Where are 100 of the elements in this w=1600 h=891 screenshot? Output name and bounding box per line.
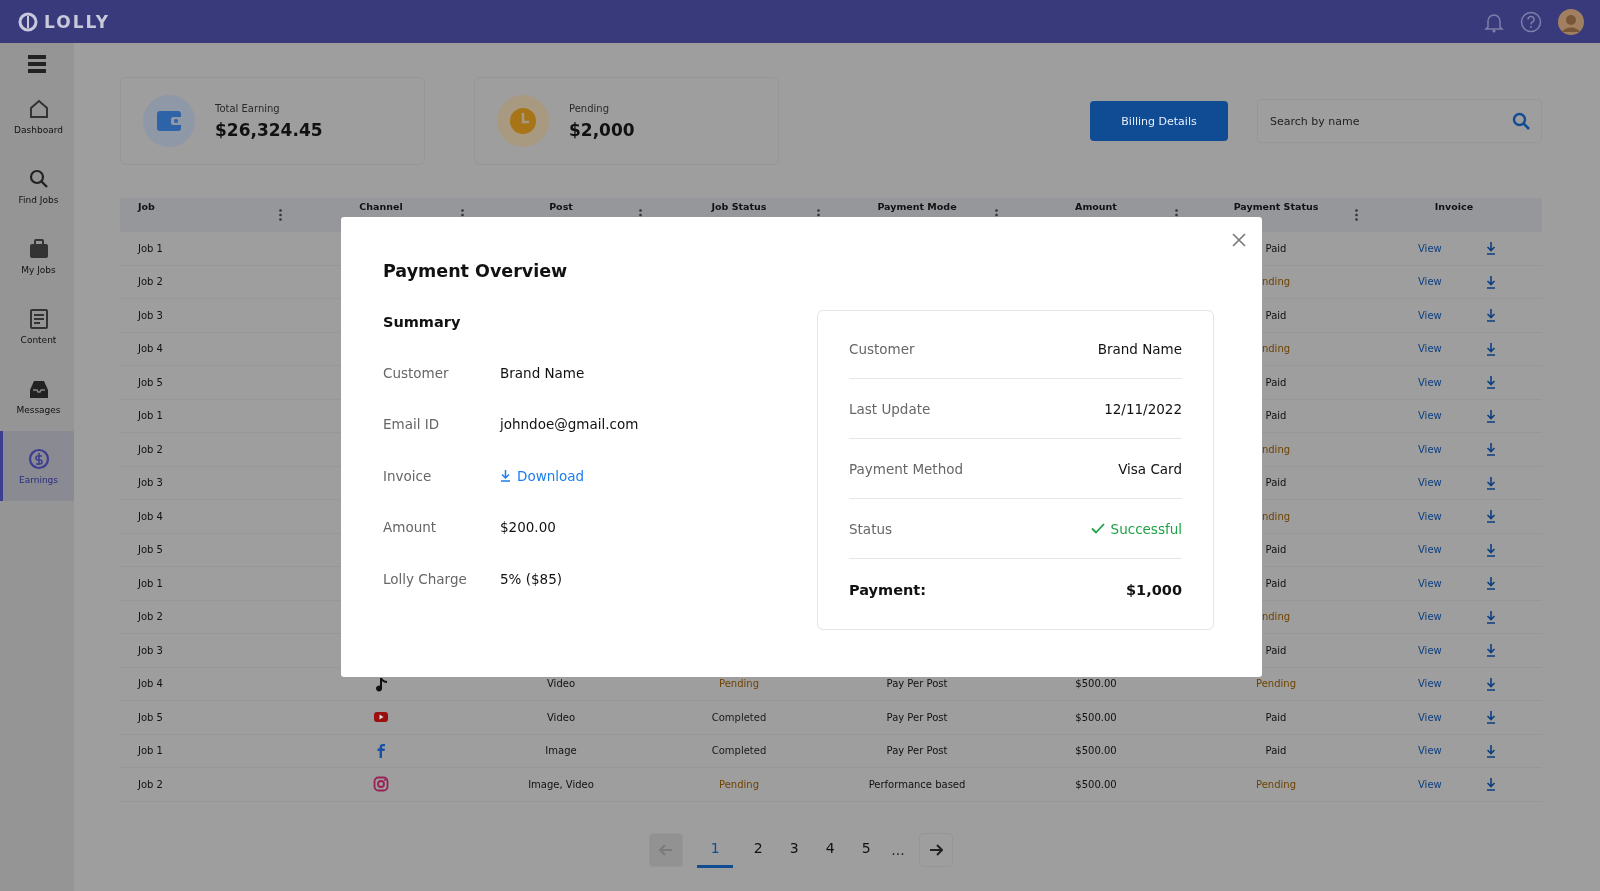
table-cell: Video [547,711,575,723]
page-number[interactable]: 2 [747,831,770,868]
search-icon[interactable] [1512,112,1530,130]
column-header[interactable]: Invoice [1434,201,1474,212]
download-icon[interactable] [1485,509,1496,524]
table-cell: Job 2 [138,611,163,623]
download-icon[interactable] [1485,442,1496,457]
status-text: nding [1261,276,1291,288]
table-cell: Job 5 [138,376,163,388]
sidebar-item[interactable]: Messages [0,361,74,431]
view-link[interactable]: View [1418,745,1442,757]
status-text: Paid [1265,644,1287,656]
download-icon[interactable] [1485,676,1496,691]
field-label: Status [849,520,893,537]
view-link[interactable]: View [1418,510,1442,522]
search-icon [27,167,50,190]
status-text: nding [1261,343,1291,355]
table-cell: Job 5 [138,544,163,556]
page-number[interactable]: 5 [855,831,878,868]
modal-title: Payment Overview [383,260,569,283]
download-link[interactable]: Download [500,467,585,484]
download-icon[interactable] [1485,609,1496,624]
sidebar-item[interactable]: My Jobs [0,221,74,291]
camera-icon [373,776,389,793]
view-link[interactable]: View [1418,309,1442,321]
field-label: Email ID [383,416,441,433]
view-link[interactable]: View [1418,644,1442,656]
close-button[interactable] [1230,231,1248,249]
download-icon[interactable] [1485,710,1496,725]
page-number[interactable]: 4 [819,831,842,868]
coin-icon [27,447,50,470]
status-text: nding [1261,611,1291,623]
download-icon[interactable] [1485,542,1496,557]
sidebar-item[interactable]: Content [0,291,74,361]
status-text: Paid [1265,711,1287,723]
column-header[interactable]: Post [549,201,573,212]
view-link[interactable]: View [1418,242,1442,254]
view-link[interactable]: View [1418,410,1442,422]
close-icon [1232,233,1246,247]
home-icon [27,97,50,120]
sidebar-item[interactable]: Dashboard [0,81,74,151]
view-link[interactable]: View [1418,477,1442,489]
view-link[interactable]: View [1418,678,1442,690]
document-icon [27,307,50,330]
view-link[interactable]: View [1418,443,1442,455]
menu-icon[interactable] [28,55,46,73]
field-value: johndoe@gmail.com [500,416,639,433]
sidebar-item[interactable]: Earnings [0,431,74,501]
status-text: Paid [1265,242,1287,254]
table-cell: Pay Per Post [886,678,948,690]
column-header[interactable]: Job Status [711,201,767,212]
table-cell: Job 3 [138,477,163,489]
download-icon[interactable] [1485,643,1496,658]
field-label: Customer [383,364,450,381]
column-header[interactable]: Payment Status [1233,201,1319,212]
view-link[interactable]: View [1418,343,1442,355]
status-text: Completed [711,711,767,723]
sidebar-item[interactable]: Find Jobs [0,151,74,221]
download-icon[interactable] [1485,375,1496,390]
view-link[interactable]: View [1418,611,1442,623]
status-text: Pending [1256,678,1296,690]
column-header[interactable]: Channel [359,201,403,212]
table-cell: $500.00 [1075,678,1117,690]
page-number[interactable]: 3 [783,831,806,868]
download-icon[interactable] [1485,743,1496,758]
download-icon[interactable] [1485,241,1496,256]
download-icon[interactable] [1485,576,1496,591]
stat-label: Total Earning [215,102,281,114]
column-header[interactable]: Payment Mode [877,201,957,212]
view-link[interactable]: View [1418,577,1442,589]
next-page-button[interactable] [918,832,953,867]
billing-details-button[interactable]: Billing Details [1090,101,1228,141]
table-cell: $500.00 [1075,745,1117,757]
table-cell: Job 5 [138,711,163,723]
view-link[interactable]: View [1418,544,1442,556]
table-cell: Job 2 [138,276,163,288]
column-header[interactable]: Job [138,201,155,212]
status-text: nding [1261,510,1291,522]
help-icon[interactable] [1520,10,1542,33]
avatar[interactable] [1558,8,1584,35]
view-link[interactable]: View [1418,778,1442,790]
table-cell: Job 3 [138,644,163,656]
field-label: Customer [849,340,915,357]
table-cell: Pay Per Post [886,745,948,757]
column-header[interactable]: Amount [1075,201,1117,212]
download-icon[interactable] [1485,777,1496,792]
music-note-icon [373,675,389,692]
download-icon[interactable] [1485,274,1496,289]
search-field[interactable]: Search by name [1257,99,1542,143]
table-cell: Job 1 [138,745,163,757]
download-icon[interactable] [1485,475,1496,490]
table-cell: Job 4 [138,510,163,522]
download-icon[interactable] [1485,341,1496,356]
view-link[interactable]: View [1418,276,1442,288]
stat-value: $2,000 [569,119,635,140]
download-icon[interactable] [1485,408,1496,423]
page-number[interactable]: 1 [697,831,734,868]
view-link[interactable]: View [1418,376,1442,388]
download-icon[interactable] [1485,308,1496,323]
view-link[interactable]: View [1418,711,1442,723]
